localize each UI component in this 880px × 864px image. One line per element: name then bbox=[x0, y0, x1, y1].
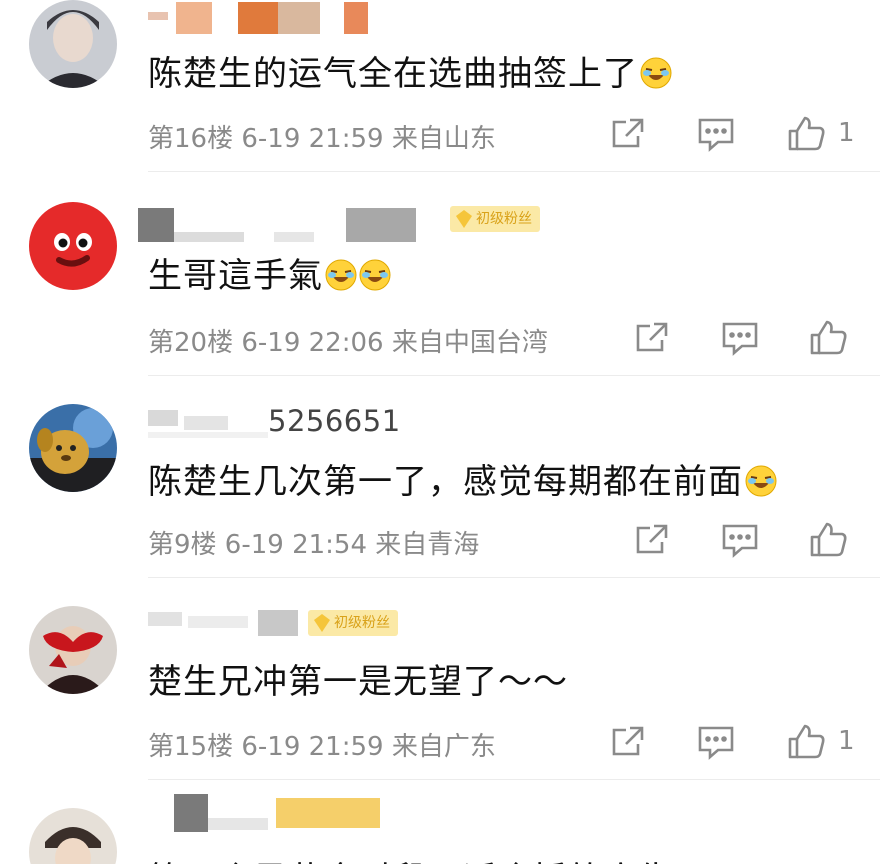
comment-text: 生哥這手氣 bbox=[148, 248, 391, 297]
reply-button[interactable] bbox=[696, 722, 736, 762]
comment-meta: 第16楼 6-19 21:59 来自山东 bbox=[148, 124, 496, 154]
laugh-cry-emoji bbox=[325, 259, 357, 291]
share-button[interactable] bbox=[608, 114, 648, 154]
comment-item: 陈楚生的运气全在选曲抽签上了 第16楼 6-19 21:59 来自山东 1 bbox=[0, 0, 880, 172]
comment-icon bbox=[698, 118, 734, 152]
comment-icon bbox=[722, 524, 758, 558]
comment-meta: 第15楼 6-19 21:59 来自广东 bbox=[148, 732, 496, 762]
like-button[interactable] bbox=[786, 722, 826, 762]
share-icon bbox=[636, 524, 668, 554]
diamond-icon bbox=[314, 614, 330, 632]
share-icon bbox=[636, 322, 668, 352]
laugh-cry-emoji bbox=[359, 259, 391, 291]
username-blurred[interactable] bbox=[148, 406, 268, 440]
comment-text: 陈楚生几次第一了，感觉每期都在前面 bbox=[148, 454, 777, 503]
comment-item: 初级粉丝 生哥這手氣 第20楼 6-19 22:06 来自中国台湾 bbox=[0, 172, 880, 376]
comment-item: 初级粉丝 楚生兄冲第一是无望了～～ 第15楼 6-19 21:59 来自广东 1 bbox=[0, 578, 880, 780]
comment-item: 第一个是黄金时段，适合插放广告 bbox=[0, 780, 880, 864]
like-count: 1 bbox=[838, 118, 855, 148]
username-blurred[interactable] bbox=[148, 2, 378, 34]
like-button[interactable] bbox=[808, 318, 848, 358]
thumbs-up-icon bbox=[788, 116, 825, 151]
fan-level-badge: 初级粉丝 bbox=[308, 610, 398, 636]
share-button[interactable] bbox=[632, 318, 672, 358]
share-button[interactable] bbox=[608, 722, 648, 762]
username-blurred[interactable] bbox=[138, 208, 418, 242]
reply-button[interactable] bbox=[720, 520, 760, 560]
comment-meta: 第20楼 6-19 22:06 来自中国台湾 bbox=[148, 328, 548, 358]
reply-button[interactable] bbox=[720, 318, 760, 358]
avatar[interactable] bbox=[29, 0, 117, 88]
like-count: 1 bbox=[838, 726, 855, 756]
username-blurred[interactable] bbox=[148, 608, 298, 638]
like-button[interactable] bbox=[808, 520, 848, 560]
laugh-cry-emoji bbox=[640, 57, 672, 89]
fan-level-badge: 初级粉丝 bbox=[450, 206, 540, 232]
comment-item: 5256651 陈楚生几次第一了，感觉每期都在前面 第9楼 6-19 21:54… bbox=[0, 376, 880, 578]
comment-meta: 第9楼 6-19 21:54 来自青海 bbox=[148, 530, 480, 560]
laugh-cry-emoji bbox=[745, 465, 777, 497]
avatar[interactable] bbox=[29, 606, 117, 694]
avatar[interactable] bbox=[29, 808, 117, 864]
comment-text: 第一个是黄金时段，适合插放广告 bbox=[148, 852, 673, 864]
thumbs-up-icon bbox=[810, 320, 847, 355]
share-icon bbox=[612, 726, 644, 756]
avatar[interactable] bbox=[29, 404, 117, 492]
share-button[interactable] bbox=[632, 520, 672, 560]
username[interactable]: 5256651 bbox=[268, 404, 401, 438]
avatar[interactable] bbox=[29, 202, 117, 290]
like-button[interactable] bbox=[786, 114, 826, 154]
comment-text: 陈楚生的运气全在选曲抽签上了 bbox=[148, 46, 672, 95]
comment-text: 楚生兄冲第一是无望了～～ bbox=[148, 662, 568, 702]
reply-button[interactable] bbox=[696, 114, 736, 154]
comment-icon bbox=[698, 726, 734, 760]
comment-icon bbox=[722, 322, 758, 356]
thumbs-up-icon bbox=[810, 522, 847, 557]
share-icon bbox=[612, 118, 644, 148]
thumbs-up-icon bbox=[788, 724, 825, 759]
username-blurred[interactable] bbox=[148, 794, 388, 832]
diamond-icon bbox=[456, 210, 472, 228]
